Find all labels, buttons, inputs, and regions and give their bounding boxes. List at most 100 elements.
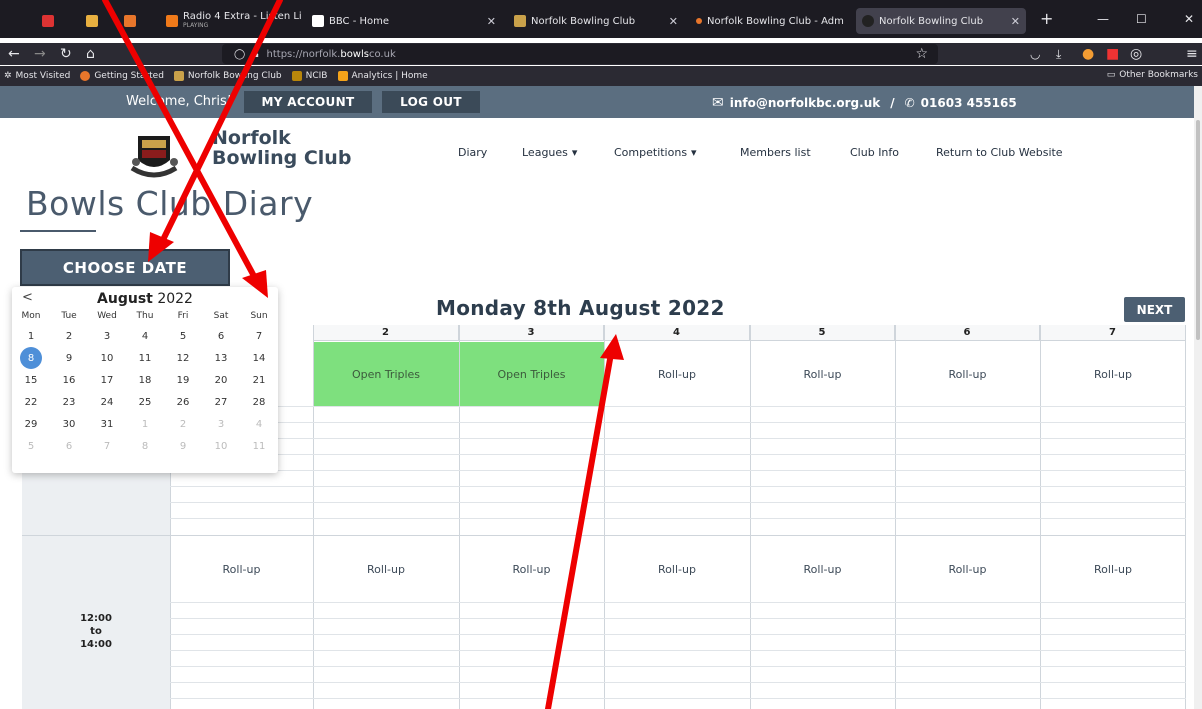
nav-club-info[interactable]: Club Info	[850, 146, 899, 159]
nav-leagues[interactable]: Leagues ▾	[522, 146, 577, 159]
pinned-tab-3[interactable]	[118, 8, 148, 34]
tab-norfolk-1[interactable]: Norfolk Bowling Club ✕	[508, 8, 684, 34]
back-icon[interactable]: ←	[8, 45, 20, 63]
calendar-day[interactable]: 1	[12, 325, 50, 347]
pinned-app-icon	[42, 15, 54, 27]
calendar-day[interactable]: 5	[12, 435, 50, 457]
next-button[interactable]: NEXT	[1124, 297, 1185, 322]
calendar-day[interactable]: 10	[88, 347, 126, 369]
pinned-tab-2[interactable]	[80, 8, 106, 34]
calendar-day[interactable]: 10	[202, 435, 240, 457]
calendar-day[interactable]: 19	[164, 369, 202, 391]
calendar-day[interactable]: 3	[88, 325, 126, 347]
other-bookmarks[interactable]: ▭ Other Bookmarks	[1107, 70, 1198, 80]
bookmark-analytics[interactable]: Analytics | Home	[337, 71, 428, 81]
phone-link[interactable]: 01603 455165	[921, 96, 1017, 110]
calendar-day[interactable]: 11	[240, 435, 278, 457]
calendar-day[interactable]: 16	[50, 369, 88, 391]
tab-radio4[interactable]: Radio 4 Extra - Listen Live - PLAYING ✕	[160, 8, 302, 34]
bookmark-getting-started[interactable]: Getting Started	[80, 71, 164, 81]
extension-icon-2[interactable]: ■	[1106, 45, 1119, 63]
calendar-day[interactable]: 22	[12, 391, 50, 413]
new-tab-button[interactable]: +	[1040, 9, 1053, 28]
calendar-day[interactable]: 1	[126, 413, 164, 435]
maximize-icon[interactable]: ☐	[1136, 12, 1147, 26]
calendar-day[interactable]: 12	[164, 347, 202, 369]
close-window-icon[interactable]: ✕	[1184, 12, 1194, 26]
url-bar[interactable]: ◯ 🔒︎ https://norfolk.bowlsco.uk ☆	[222, 44, 938, 64]
extension-icon[interactable]: ●	[1082, 45, 1094, 63]
bbc-icon	[312, 15, 324, 27]
tab-norfolk-active[interactable]: Norfolk Bowling Club ✕	[856, 8, 1026, 34]
calendar-day[interactable]: 2	[164, 413, 202, 435]
brand-name[interactable]: Norfolk Bowling Club	[212, 128, 351, 168]
pinned-tab-1[interactable]	[36, 8, 62, 34]
calendar-day[interactable]: 9	[50, 347, 88, 369]
calendar-day-number: 5	[179, 330, 187, 342]
tab-norfolk-admin[interactable]: Norfolk Bowling Club - Adm ✕	[690, 8, 850, 34]
calendar-day[interactable]: 14	[240, 347, 278, 369]
calendar-day[interactable]: 23	[50, 391, 88, 413]
calendar-day[interactable]: 6	[50, 435, 88, 457]
scrollbar-thumb[interactable]	[1196, 120, 1200, 340]
bookmark-star-icon[interactable]: ☆	[915, 46, 928, 62]
account-icon[interactable]: ◎	[1130, 45, 1142, 63]
close-icon[interactable]: ✕	[669, 15, 678, 28]
calendar-day[interactable]: 9	[164, 435, 202, 457]
calendar-day[interactable]: 27	[202, 391, 240, 413]
calendar-day[interactable]: 11	[126, 347, 164, 369]
nav-return-website[interactable]: Return to Club Website	[936, 146, 1063, 159]
nav-diary[interactable]: Diary	[458, 146, 487, 159]
choose-date-button[interactable]: CHOOSE DATE	[20, 249, 230, 286]
calendar-day[interactable]: 2	[50, 325, 88, 347]
tab-bbc[interactable]: BBC - Home ✕	[306, 8, 502, 34]
calendar-day[interactable]: 28	[240, 391, 278, 413]
close-icon[interactable]: ✕	[1011, 15, 1020, 28]
calendar-day[interactable]: 31	[88, 413, 126, 435]
calendar-day[interactable]: 7	[240, 325, 278, 347]
my-account-button[interactable]: MY ACCOUNT	[244, 91, 372, 113]
minimize-icon[interactable]: —	[1097, 12, 1109, 26]
calendar-day[interactable]: 20	[202, 369, 240, 391]
download-icon[interactable]: ⤓	[1056, 45, 1061, 63]
calendar-day[interactable]: 18	[126, 369, 164, 391]
forward-icon[interactable]: →	[34, 45, 46, 63]
calendar-day[interactable]: 17	[88, 369, 126, 391]
calendar-day-number: 13	[214, 352, 228, 364]
menu-icon[interactable]: ≡	[1186, 45, 1198, 63]
calendar-day-number: 4	[141, 330, 149, 342]
tab-title: Radio 4 Extra - Listen Live -	[183, 11, 302, 22]
bookmark-ncib[interactable]: NCIB	[291, 71, 328, 81]
calendar-day[interactable]: 6	[202, 325, 240, 347]
close-icon[interactable]: ✕	[487, 15, 496, 28]
calendar-day[interactable]: 7	[88, 435, 126, 457]
calendar-day[interactable]: 8	[126, 435, 164, 457]
calendar-day[interactable]: 5	[164, 325, 202, 347]
calendar-day-selected[interactable]: 8	[12, 347, 50, 369]
ncib-icon	[291, 71, 302, 81]
pocket-icon[interactable]: ◡	[1030, 45, 1040, 63]
tab-title: Norfolk Bowling Club	[531, 15, 636, 27]
calendar-day[interactable]: 21	[240, 369, 278, 391]
close-icon[interactable]: ✕	[849, 15, 850, 28]
calendar-day[interactable]: 4	[240, 413, 278, 435]
calendar-day[interactable]: 26	[164, 391, 202, 413]
calendar-day[interactable]: 24	[88, 391, 126, 413]
bookmark-norfolk[interactable]: Norfolk Bowling Club	[173, 71, 282, 81]
bookmark-most-visited[interactable]: ✲ Most Visited	[4, 71, 70, 81]
calendar-day[interactable]: 15	[12, 369, 50, 391]
reload-icon[interactable]: ↻	[60, 45, 72, 63]
club-logo[interactable]	[130, 134, 194, 180]
calendar-day[interactable]: 4	[126, 325, 164, 347]
log-out-button[interactable]: LOG OUT	[382, 91, 480, 113]
brand-line-1: Norfolk	[212, 127, 291, 149]
home-icon[interactable]: ⌂	[86, 45, 95, 63]
calendar-day[interactable]: 3	[202, 413, 240, 435]
email-link[interactable]: info@norfolkbc.org.uk	[730, 96, 880, 110]
calendar-day[interactable]: 29	[12, 413, 50, 435]
nav-members-list[interactable]: Members list	[740, 146, 811, 159]
calendar-day[interactable]: 30	[50, 413, 88, 435]
calendar-day[interactable]: 13	[202, 347, 240, 369]
calendar-day[interactable]: 25	[126, 391, 164, 413]
nav-competitions[interactable]: Competitions ▾	[614, 146, 697, 159]
